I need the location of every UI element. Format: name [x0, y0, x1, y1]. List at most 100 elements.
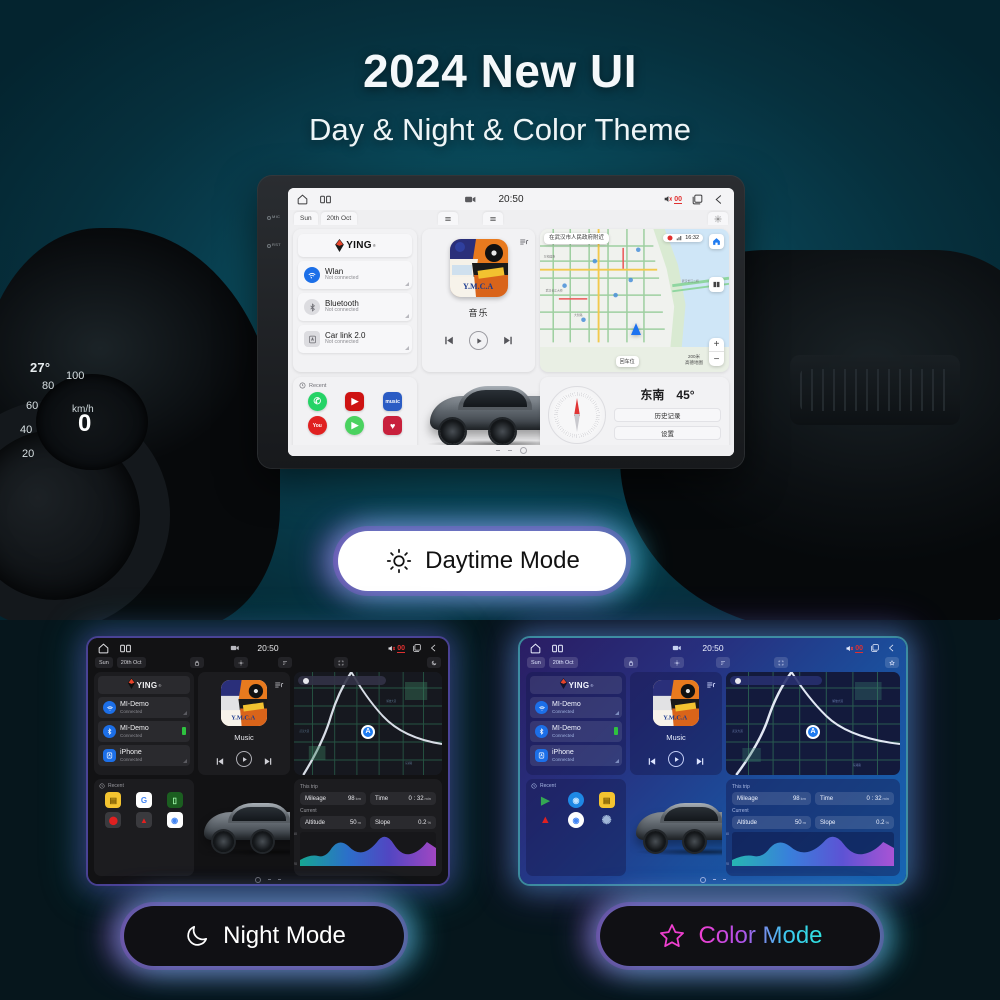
color-tab-brightness[interactable]: [669, 657, 684, 668]
svg-text:Y.M.C.A: Y.M.C.A: [663, 715, 687, 722]
phone-link-app-icon[interactable]: ▯: [166, 792, 183, 808]
navigation-app-icon[interactable]: ▲: [537, 812, 553, 828]
compass-settings-button[interactable]: 设置: [614, 425, 721, 440]
night-home-circle-button[interactable]: [255, 876, 261, 883]
color-page-dot-1[interactable]: [713, 879, 716, 880]
next-track-button[interactable]: [502, 334, 515, 347]
previous-track-button[interactable]: [214, 754, 225, 765]
night-connection-row-bluetooth[interactable]: MI-Demo Connected: [98, 721, 190, 742]
night-tab-expand[interactable]: [333, 657, 348, 668]
color-home-circle-button[interactable]: [700, 876, 706, 883]
play-button[interactable]: [469, 331, 488, 350]
map-zoom-out-button[interactable]: −: [709, 352, 724, 366]
map-card[interactable]: 万松园路武汉长江大桥 大智路 武汉长江二桥 在武汉市人民政府附近 16:32: [540, 229, 729, 372]
color-map-chip[interactable]: [730, 676, 822, 685]
night-tab-list[interactable]: [277, 657, 292, 668]
home-circle-button[interactable]: [519, 447, 527, 454]
playlist-icon[interactable]: [706, 677, 716, 688]
color-music-card[interactable]: Y.M.C.A Music: [630, 672, 722, 775]
map-home-button[interactable]: [709, 234, 724, 249]
tab-list-2[interactable]: [483, 212, 504, 225]
color-mode-pill[interactable]: Color Mode: [600, 906, 880, 966]
night-page-dot-1[interactable]: [268, 879, 271, 880]
compass-history-button[interactable]: 历史记录: [614, 407, 721, 422]
google-app-icon[interactable]: G: [135, 792, 152, 808]
recent-apps-icon[interactable]: [691, 193, 704, 206]
music-card[interactable]: Y.M.C.A 音乐: [422, 229, 535, 372]
night-map-card[interactable]: 武汉大道 解放大道 东湖路 A: [294, 672, 442, 775]
color-map-card[interactable]: 武汉大道 解放大道 东湖路 A: [726, 672, 900, 775]
car-app-icon[interactable]: ⬤: [105, 812, 122, 828]
map-location-chip[interactable]: 在武汉市人民政府附近: [544, 233, 610, 244]
color-tab-favorite[interactable]: [885, 657, 899, 668]
back-icon[interactable]: [429, 643, 439, 653]
chrome-app-icon[interactable]: ◉: [166, 812, 183, 828]
night-tab-date[interactable]: 20th Oct: [116, 657, 146, 668]
connection-row-wlan[interactable]: Wlan Not connected: [298, 261, 412, 289]
color-tab-weekday[interactable]: Sun: [527, 657, 545, 668]
amazon-music-app-icon[interactable]: music: [383, 392, 403, 411]
map-relocate-button[interactable]: 回车位: [615, 356, 639, 367]
files-app-icon[interactable]: ▤: [105, 792, 122, 808]
map-layers-button[interactable]: [709, 277, 724, 292]
photos-app-icon[interactable]: ◉: [567, 792, 584, 808]
page-dot-1[interactable]: [495, 450, 500, 451]
color-connection-row-bluetooth[interactable]: MI-Demo Connected: [530, 721, 622, 742]
color-page-dot-2[interactable]: [723, 879, 726, 880]
color-tab-expand[interactable]: [773, 657, 788, 668]
color-connection-row-iphone[interactable]: iPhone Connected: [530, 745, 622, 766]
previous-track-button[interactable]: [442, 334, 455, 347]
iheart-radio-app-icon[interactable]: ♥: [383, 416, 403, 435]
files-app-icon[interactable]: ▤: [598, 792, 615, 808]
night-music-card[interactable]: Y.M.C.A Music: [198, 672, 290, 775]
color-tab-list[interactable]: [715, 657, 730, 668]
play-store-app-icon[interactable]: ▶: [537, 792, 553, 808]
daytime-mode-pill[interactable]: Daytime Mode: [338, 531, 626, 591]
whatsapp-app-icon[interactable]: ✆: [307, 392, 327, 411]
night-tab-brightness[interactable]: [233, 657, 248, 668]
play-button[interactable]: [236, 751, 252, 767]
color-connection-row-wlan[interactable]: MI-Demo Connected: [530, 697, 622, 718]
next-track-button[interactable]: [263, 754, 274, 765]
next-track-button[interactable]: [695, 754, 706, 765]
night-tab-weekday[interactable]: Sun: [95, 657, 113, 668]
night-map-chip[interactable]: [298, 676, 386, 685]
connection-row-carlink[interactable]: Car link 2.0 Not connected: [298, 325, 412, 353]
play-button[interactable]: [668, 751, 684, 767]
youtube-app-icon[interactable]: ▶: [345, 392, 365, 411]
playlist-icon[interactable]: [519, 234, 529, 245]
night-connection-row-wlan[interactable]: MI-Demo Connected: [98, 697, 190, 718]
tab-weekday[interactable]: Sun: [294, 212, 318, 225]
night-tab-lock[interactable]: [189, 657, 204, 668]
recent-apps-icon[interactable]: [412, 643, 422, 653]
map-zoom-in-button[interactable]: +: [709, 338, 724, 352]
tab-list-1[interactable]: [438, 212, 459, 225]
back-icon[interactable]: [713, 193, 726, 206]
green-player-app-icon[interactable]: ▶: [345, 416, 365, 435]
settings-app-icon[interactable]: ✺: [599, 812, 615, 828]
night-page-dot-2[interactable]: [278, 879, 281, 880]
navigation-app-icon[interactable]: ▲: [135, 812, 152, 828]
night-tab-more[interactable]: [427, 657, 441, 668]
night-mode-pill[interactable]: Night Mode: [124, 906, 404, 966]
back-icon[interactable]: [887, 643, 897, 653]
youtube-circle-app-icon[interactable]: You: [307, 416, 327, 435]
connection-row-bluetooth[interactable]: Bluetooth Not connected: [298, 293, 412, 321]
volume-indicator[interactable]: 00: [387, 644, 405, 653]
color-tab-lock[interactable]: [623, 657, 638, 668]
playlist-icon[interactable]: [274, 677, 284, 688]
color-mode-screen[interactable]: 20:50 00 Sun 20th Oct YING ® MI-Demo Con…: [520, 638, 906, 884]
head-unit-screen[interactable]: 20:50 00 Sun 20th Oct YING ® Wlan Not co…: [288, 188, 734, 456]
map-zoom-controls[interactable]: + −: [709, 338, 724, 366]
volume-indicator[interactable]: 00: [663, 194, 682, 204]
night-connection-row-iphone[interactable]: iPhone Connected: [98, 745, 190, 766]
night-mode-screen[interactable]: 20:50 00 Sun 20th Oct YING ® MI-Demo Con…: [88, 638, 448, 884]
page-dot-2[interactable]: [507, 450, 512, 451]
tab-date[interactable]: 20th Oct: [320, 212, 358, 225]
chrome-app-icon[interactable]: ◉: [567, 812, 584, 828]
color-tab-date[interactable]: 20th Oct: [548, 657, 578, 668]
volume-indicator[interactable]: 00: [845, 644, 863, 653]
recent-apps-icon[interactable]: [870, 643, 880, 653]
previous-track-button[interactable]: [646, 754, 657, 765]
tab-settings[interactable]: [708, 212, 728, 225]
